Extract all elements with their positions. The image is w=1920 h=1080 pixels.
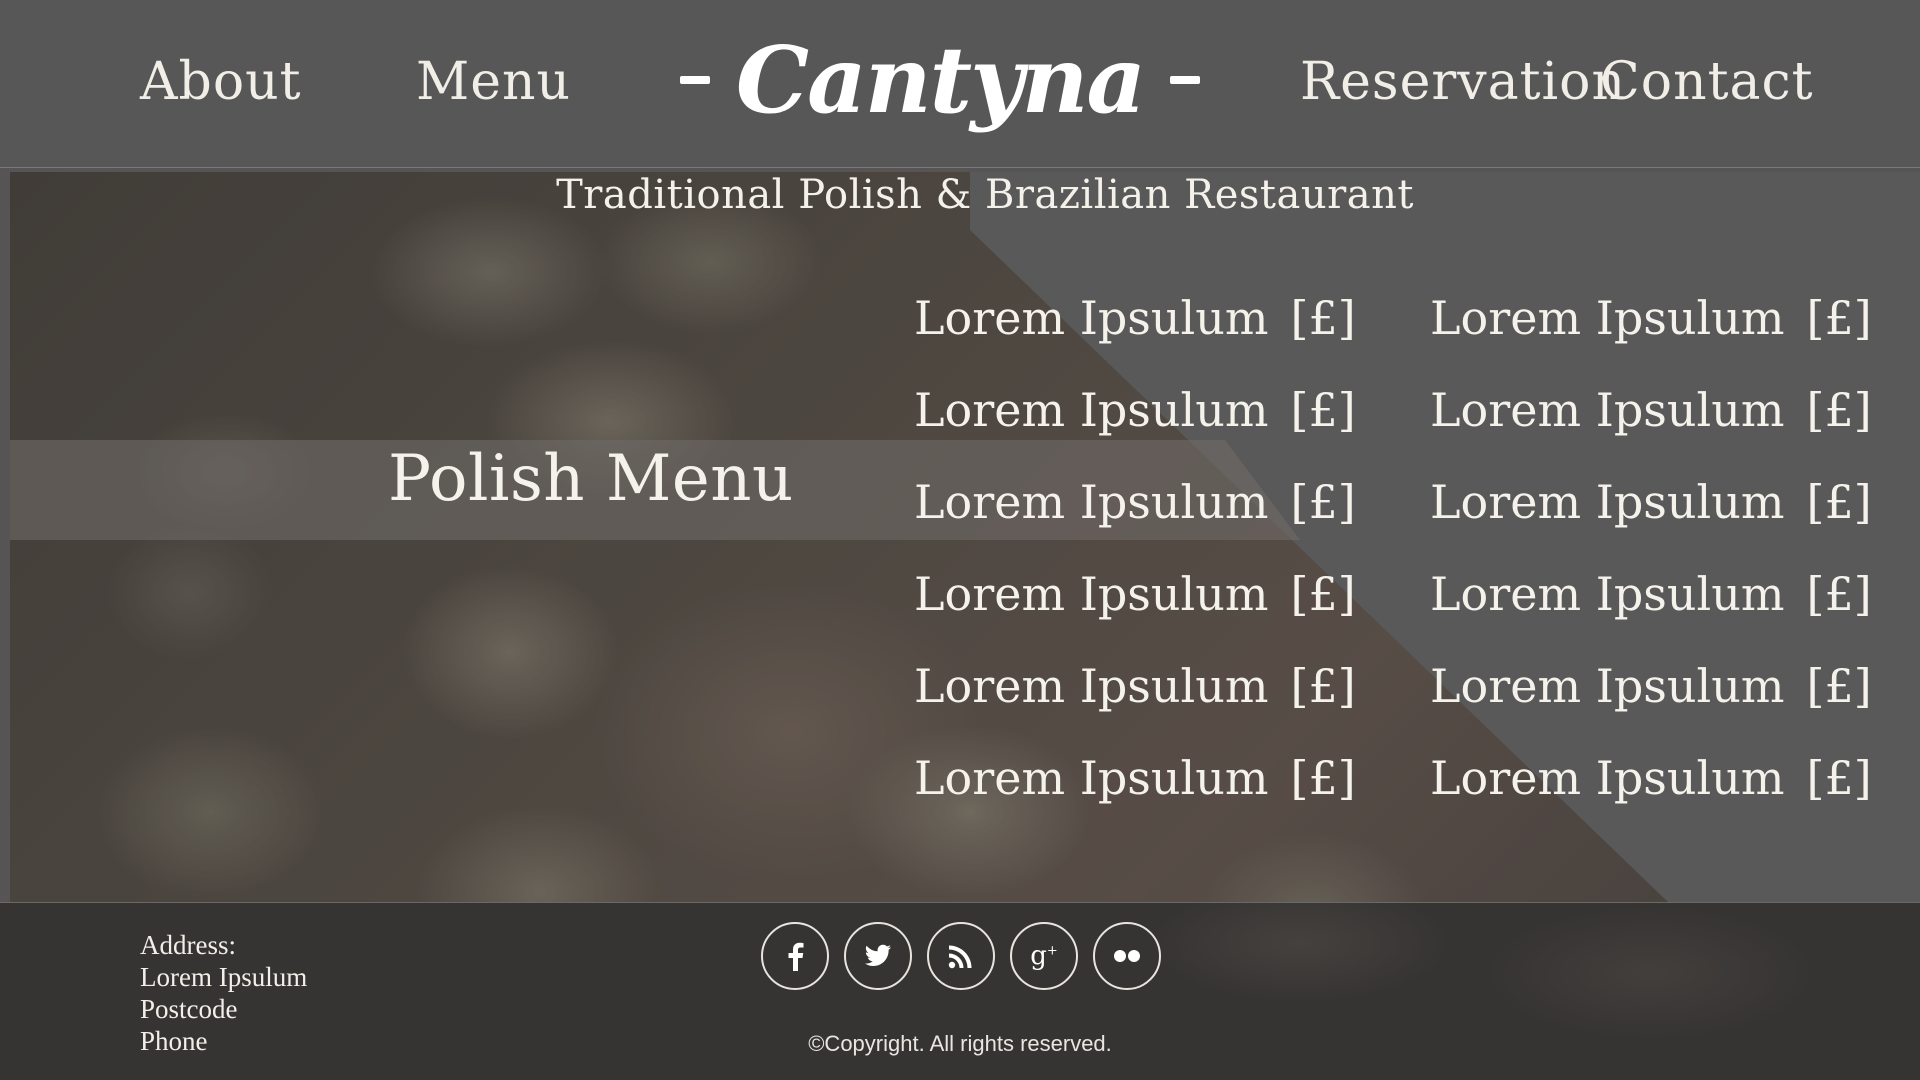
menu-item[interactable]: Lorem Ipsulum [£] [1430,548,1872,640]
menu-item-price: [£] [1806,383,1872,437]
menu-list-right: Lorem Ipsulum [£] Lorem Ipsulum [£] Lorem … [1430,272,1872,824]
menu-item-price: [£] [1290,291,1356,345]
menu-item-price: [£] [1290,383,1356,437]
flickr-icon[interactable] [1093,922,1161,990]
menu-item-name: Lorem Ipsulum [914,475,1269,529]
menu-item[interactable]: Lorem Ipsulum [£] [914,548,1356,640]
menu-item-name: Lorem Ipsulum [914,567,1269,621]
social-links: g+ [761,922,1161,990]
menu-item-price: [£] [1290,751,1356,805]
nav-menu[interactable]: Menu [416,52,571,112]
section-title: Polish Menu [388,442,794,516]
address-label: Address: [140,930,236,960]
menu-item-price: [£] [1806,659,1872,713]
address-postcode: Postcode [140,994,238,1024]
menu-item[interactable]: Lorem Ipsulum [£] [914,640,1356,732]
nav-about[interactable]: About [140,52,302,112]
menu-item[interactable]: Lorem Ipsulum [£] [1430,732,1872,824]
menu-item-name: Lorem Ipsulum [1430,751,1785,805]
menu-item-name: Lorem Ipsulum [1430,659,1785,713]
logo-dash-left [680,76,710,84]
menu-item-name: Lorem Ipsulum [1430,291,1785,345]
logo-text: Cantyna [735,26,1146,134]
google-plus-icon[interactable]: g+ [1010,922,1078,990]
menu-item[interactable]: Lorem Ipsulum [£] [1430,456,1872,548]
menu-item-price: [£] [1806,751,1872,805]
copyright-text: ©Copyright. All rights reserved. [808,1031,1112,1056]
rss-icon[interactable] [927,922,995,990]
menu-item-name: Lorem Ipsulum [1430,475,1785,529]
menu-item[interactable]: Lorem Ipsulum [£] [914,272,1356,364]
menu-item-price: [£] [1290,475,1356,529]
menu-item-price: [£] [1806,291,1872,345]
menu-item-name: Lorem Ipsulum [1430,567,1785,621]
menu-item[interactable]: Lorem Ipsulum [£] [1430,364,1872,456]
google-plus-glyph: g+ [1030,941,1058,971]
menu-item[interactable]: Lorem Ipsulum [£] [914,732,1356,824]
menu-item[interactable]: Lorem Ipsulum [£] [1430,272,1872,364]
menu-item-name: Lorem Ipsulum [914,659,1269,713]
menu-item[interactable]: Lorem Ipsulum [£] [914,456,1356,548]
twitter-icon[interactable] [844,922,912,990]
menu-item[interactable]: Lorem Ipsulum [£] [914,364,1356,456]
menu-item[interactable]: Lorem Ipsulum [£] [1430,640,1872,732]
facebook-icon[interactable] [761,922,829,990]
menu-list-left: Lorem Ipsulum [£] Lorem Ipsulum [£] Lorem … [914,272,1356,824]
menu-item-price: [£] [1806,567,1872,621]
logo-dash-right [1170,76,1200,84]
site-footer: Address: Lorem Ipsulum Postcode Phone g+… [0,902,1920,1080]
nav-reservation[interactable]: Reservation [1300,52,1626,112]
menu-item-name: Lorem Ipsulum [914,383,1269,437]
nav-contact[interactable]: Contact [1600,52,1814,112]
menu-item-name: Lorem Ipsulum [914,751,1269,805]
hero-section: Traditional Polish & Brazilian Restauran… [10,172,1920,902]
menu-item-name: Lorem Ipsulum [1430,383,1785,437]
address-line: Lorem Ipsulum [140,962,308,992]
site-header: About Menu Cantyna Reservation Contact [0,0,1920,168]
menu-item-price: [£] [1290,567,1356,621]
menu-item-price: [£] [1806,475,1872,529]
tagline: Traditional Polish & Brazilian Restauran… [556,172,1414,218]
menu-item-price: [£] [1290,659,1356,713]
brand-logo[interactable]: Cantyna [680,20,1200,140]
menu-item-name: Lorem Ipsulum [914,291,1269,345]
